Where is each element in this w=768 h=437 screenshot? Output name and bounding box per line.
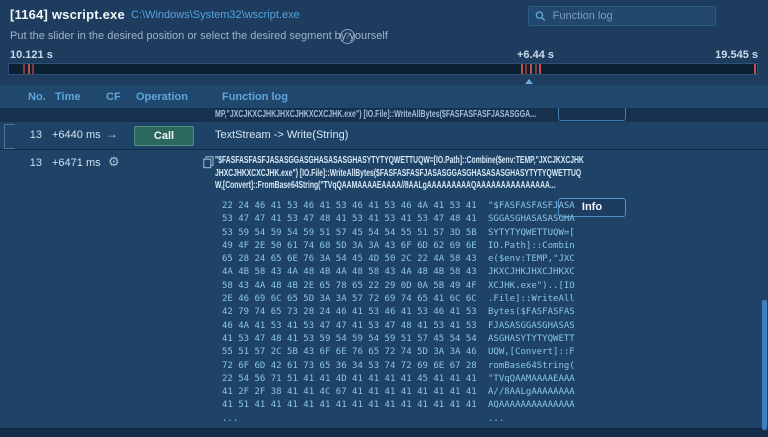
hex-row: 53 59 54 59 54 59 51 57 45 54 54 55 51 5… <box>222 228 477 241</box>
row-time: +6471 ms <box>52 157 101 169</box>
help-icon[interactable]: ? <box>340 29 355 44</box>
hex-row: 41 51 41 41 41 41 41 41 41 41 41 41 41 4… <box>222 400 477 413</box>
hex-row: 42 79 74 65 73 28 24 46 41 53 46 41 53 4… <box>222 307 477 320</box>
hex-row: 58 43 4A 48 4B 2E 65 78 65 22 29 0D 0A 5… <box>222 281 477 294</box>
timeline-tick <box>32 64 34 74</box>
timeline-slider-handle[interactable] <box>525 79 533 84</box>
hex-row: 22 24 46 41 53 46 41 53 46 41 53 46 4A 4… <box>222 201 477 214</box>
hex-row: 49 4F 2E 50 61 74 68 5D 3A 3A 43 6F 6D 6… <box>222 241 477 254</box>
hex-row: 2E 46 69 6C 65 5D 3A 3A 57 72 69 74 65 4… <box>222 294 477 307</box>
timeline-tick <box>754 64 756 74</box>
hex-row: 53 47 47 41 53 47 48 41 53 41 53 41 53 4… <box>222 214 477 227</box>
column-cf: CF <box>106 91 121 103</box>
gear-icon: ⚙ <box>108 154 120 170</box>
row-number: 13 <box>24 129 42 141</box>
table-row-detail[interactable]: 13 +6471 ms ⚙ "$FASFASFASFJASASGGASGHASA… <box>0 150 768 428</box>
timeline-tick <box>28 64 30 74</box>
row-number: 13 <box>24 157 42 169</box>
column-operation: Operation <box>136 91 188 103</box>
timeline-tick <box>521 64 523 74</box>
call-operation-button[interactable]: Call <box>134 126 194 146</box>
timeline-tick <box>530 64 532 74</box>
process-path[interactable]: C:\Windows\System32\wscript.exe <box>131 9 300 21</box>
partial-log-text: MP,"JXCJKXCJHKJHXCJHKXCXCJHK.exe") [IO.F… <box>215 109 536 120</box>
slider-instruction: Put the slider in the desired position o… <box>10 30 388 42</box>
timeline-bar[interactable] <box>8 63 758 75</box>
hex-row: 41 2F 2F 38 41 41 4C 67 41 41 41 41 41 4… <box>222 387 477 400</box>
timeline-tick <box>23 64 25 74</box>
copy-icon[interactable] <box>203 156 214 169</box>
process-title: [1164] wscript.exe <box>10 7 125 22</box>
search-input[interactable] <box>551 9 709 23</box>
timeline-tick <box>539 64 541 74</box>
column-time: Time <box>55 91 80 103</box>
function-log-text: TextStream -> Write(String) <box>215 129 348 141</box>
vertical-scrollbar[interactable] <box>762 300 767 430</box>
info-button-partial[interactable] <box>558 108 626 121</box>
hex-row: ...... <box>222 414 477 427</box>
hex-row: 55 51 57 2C 5B 43 6F 6E 76 65 72 74 5D 3… <box>222 347 477 360</box>
timeline-tick <box>525 64 527 74</box>
timeline-start-label: 10.121 s <box>10 49 53 61</box>
hex-dump: 22 24 46 41 53 46 41 53 46 41 53 46 4A 4… <box>222 201 477 427</box>
timeline-tick <box>535 64 537 74</box>
row-selection-bracket <box>4 124 15 149</box>
hex-row: 72 6F 6D 42 61 73 65 36 34 53 74 72 69 6… <box>222 361 477 374</box>
hex-row: 4A 4B 58 43 4A 48 4B 4A 48 58 43 4A 48 4… <box>222 267 477 280</box>
control-flow-arrow-icon: → <box>106 127 118 141</box>
search-box[interactable] <box>528 6 716 26</box>
search-icon <box>535 10 546 22</box>
hex-row: 41 53 47 48 41 53 59 54 59 54 59 51 57 4… <box>222 334 477 347</box>
table-row-partial[interactable]: MP,"JXCJKXCJHKJHXCJHKXCXCJHK.exe") [IO.F… <box>0 108 768 122</box>
column-no: No. <box>28 91 46 103</box>
table-header: No. Time CF Operation Function log <box>0 85 768 108</box>
row-time: +6440 ms <box>52 129 101 141</box>
hex-row: 22 54 56 71 51 41 41 4D 41 41 41 41 45 4… <box>222 374 477 387</box>
function-log-window: [1164] wscript.exe C:\Windows\System32\w… <box>0 0 768 437</box>
script-log-text: "$FASFASFASFJASASGGASGHASASASGHASYTYTYQW… <box>215 155 584 193</box>
hex-row: 46 4A 41 53 41 53 47 47 41 53 47 48 41 5… <box>222 321 477 334</box>
bottom-bar <box>0 428 768 437</box>
table-row-call[interactable]: 13 +6440 ms → Call TextStream -> Write(S… <box>0 122 768 149</box>
column-function-log: Function log <box>222 91 288 103</box>
hex-row: 65 28 24 65 6E 76 3A 54 45 4D 50 2C 22 4… <box>222 254 477 267</box>
timeline-end-label: 19.545 s <box>715 49 758 61</box>
timeline-offset-label: +6.44 s <box>517 49 554 61</box>
